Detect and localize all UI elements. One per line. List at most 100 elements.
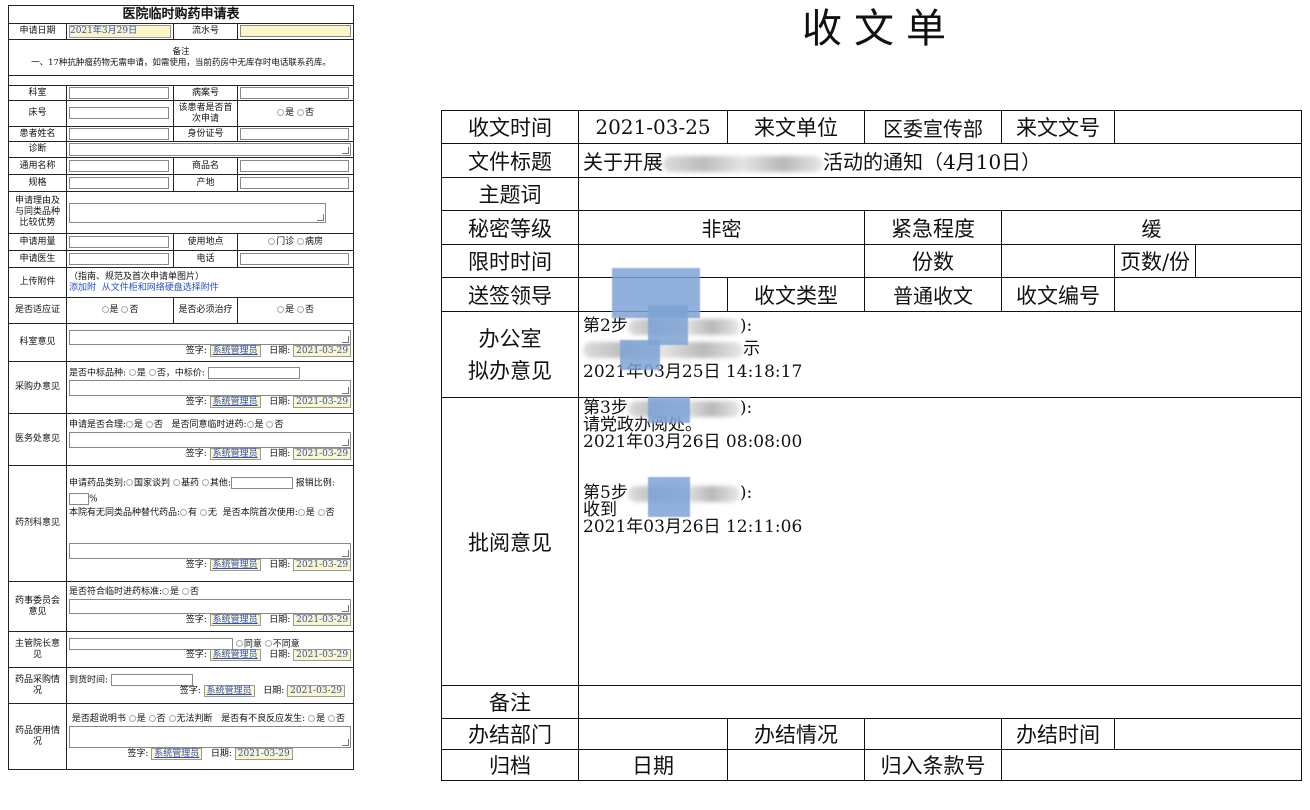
dept-signer[interactable]: 系统管理员 <box>209 344 261 357</box>
apply-date-field[interactable]: 2021年3月29日 <box>69 25 171 38</box>
committee-label: 药事委员会意见 <box>8 581 67 632</box>
usage-signer[interactable]: 系统管理员 <box>151 747 203 760</box>
medical-signer[interactable]: 系统管理员 <box>209 447 261 460</box>
reason-field[interactable] <box>69 202 326 223</box>
dept-date[interactable]: 2021-03-29 <box>293 344 352 357</box>
indication-radio[interactable]: 是 否 <box>66 297 174 324</box>
dean-date[interactable]: 2021-03-29 <box>293 649 352 662</box>
committee-signer[interactable]: 系统管理员 <box>209 614 261 626</box>
usage-opinion-field[interactable] <box>69 725 352 748</box>
diagnosis-field[interactable] <box>69 143 352 156</box>
archive-label: 归档 <box>441 749 579 781</box>
redaction-block <box>648 397 690 423</box>
indication-label: 是否适应证 <box>8 297 67 324</box>
dean-label: 主管院长意见 <box>8 631 67 668</box>
usage-date[interactable]: 2021-03-29 <box>234 747 293 760</box>
number-value <box>1114 277 1302 312</box>
purchase-signer[interactable]: 系统管理员 <box>209 396 261 409</box>
pharmacy-opinion-field[interactable] <box>69 542 352 559</box>
deadline-label: 限时时间 <box>441 244 579 278</box>
first-apply-radio[interactable]: 是 否 <box>236 100 355 127</box>
archive-date-label: 日期 <box>578 749 728 781</box>
bid-price-field[interactable] <box>207 366 300 379</box>
doc-no-label: 来文文号 <box>1001 110 1115 144</box>
arrival-field[interactable] <box>110 673 193 686</box>
committee-date[interactable]: 2021-03-29 <box>293 614 352 626</box>
spec-label: 规格 <box>8 174 67 192</box>
dosage-label: 申请用量 <box>8 233 67 251</box>
secret-label: 秘密等级 <box>441 210 579 245</box>
purchase-office-label: 采购办意见 <box>8 361 67 414</box>
number-label: 收文编号 <box>1001 277 1115 312</box>
must-treat-radio[interactable]: 是 否 <box>236 297 355 324</box>
id-field[interactable] <box>240 127 349 140</box>
remark-text: 一、17种抗肿瘤药物无需申请，如需使用，当前药房中无库存时电话联系药库。 <box>31 57 331 68</box>
medical-date[interactable]: 2021-03-29 <box>293 447 352 460</box>
dept-field[interactable] <box>69 86 169 99</box>
other-category-field[interactable] <box>230 476 293 489</box>
product-name-field[interactable] <box>240 159 349 172</box>
phone-field[interactable] <box>240 252 349 265</box>
form-title: 医院临时购药申请表 <box>7 5 355 24</box>
case-no-label: 病案号 <box>173 85 238 101</box>
secret-value: 非密 <box>578 210 865 245</box>
id-label: 身份证号 <box>173 126 238 142</box>
step3-time: 2021年03月26日 08:08:00 <box>583 432 803 452</box>
spec-field[interactable] <box>69 176 169 189</box>
medical-affairs-label: 医务处意见 <box>8 413 67 466</box>
add-attach-link[interactable]: 添加附 <box>69 283 96 293</box>
step5-time: 2021年03月26日 12:11:06 <box>583 517 803 537</box>
receipt-title: 收文单 <box>802 6 958 52</box>
generic-name-field[interactable] <box>69 159 169 172</box>
topic-label: 主题词 <box>441 177 579 211</box>
apply-date-label: 申请日期 <box>8 23 67 40</box>
from-unit-value: 区委宣传部 <box>864 110 1002 144</box>
remark-heading: 备注 <box>172 46 190 57</box>
upload-hint: （指南、规范及首次申请单图片） <box>69 271 205 282</box>
pharmacy-date[interactable]: 2021-03-29 <box>293 558 352 571</box>
medical-opinion-field[interactable] <box>69 431 352 448</box>
origin-field[interactable] <box>240 176 349 189</box>
done-status-value <box>864 718 1002 750</box>
done-dept-value <box>578 718 728 750</box>
serial-field[interactable] <box>240 25 351 38</box>
dosage-field[interactable] <box>69 235 169 248</box>
receipt-table: 收文时间 2021-03-25 来文单位 区委宣传部 来文文号 文件标题 关于开… <box>441 110 1302 781</box>
upload-label: 上传附件 <box>8 267 67 298</box>
procure-label: 药品采购情况 <box>8 667 67 704</box>
dept-label: 科室 <box>8 85 67 101</box>
purchase-date[interactable]: 2021-03-29 <box>293 396 352 409</box>
copies-value <box>1001 244 1115 278</box>
receive-time-value: 2021-03-25 <box>578 110 728 144</box>
dean-opinion-field[interactable] <box>69 637 233 650</box>
from-cabinet-link[interactable]: 从文件柜和网络硬盘选择附件 <box>102 283 219 293</box>
from-unit-label: 来文单位 <box>727 110 865 144</box>
doctor-label: 申请医生 <box>8 250 67 268</box>
procure-date[interactable]: 2021-03-29 <box>287 685 346 698</box>
purchase-opinion-field[interactable] <box>69 380 352 397</box>
dept-opinion-field[interactable] <box>69 329 352 345</box>
pharmacy-signer[interactable]: 系统管理员 <box>209 558 261 571</box>
case-no-field[interactable] <box>240 86 349 99</box>
done-status-label: 办结情况 <box>727 718 865 750</box>
place-label: 使用地点 <box>173 233 238 251</box>
first-apply-label: 该患者是否首次申请 <box>173 100 238 127</box>
place-radio[interactable]: 门诊 病房 <box>236 233 355 251</box>
dept-opinion-label: 科室意见 <box>8 323 67 362</box>
committee-opinion-field[interactable] <box>69 599 352 614</box>
done-time-value <box>1114 718 1302 750</box>
doctor-field[interactable] <box>69 252 169 265</box>
type-value: 普通收文 <box>864 277 1002 312</box>
doc-title-label: 文件标题 <box>441 143 579 178</box>
reason-label: 申请理由及与同类品种比较优势 <box>8 191 67 234</box>
procure-signer[interactable]: 系统管理员 <box>203 685 255 698</box>
pages-value <box>1195 244 1302 278</box>
bed-field[interactable] <box>69 107 169 120</box>
dean-signer[interactable]: 系统管理员 <box>209 649 261 662</box>
patient-name-field[interactable] <box>69 127 169 140</box>
step2-time: 2021年03月25日 14:18:17 <box>583 362 803 382</box>
usage-label: 药品使用情况 <box>8 703 67 770</box>
reimburse-field[interactable] <box>69 493 89 505</box>
clause-value <box>1001 749 1302 781</box>
generic-name-label: 通用名称 <box>8 157 67 175</box>
